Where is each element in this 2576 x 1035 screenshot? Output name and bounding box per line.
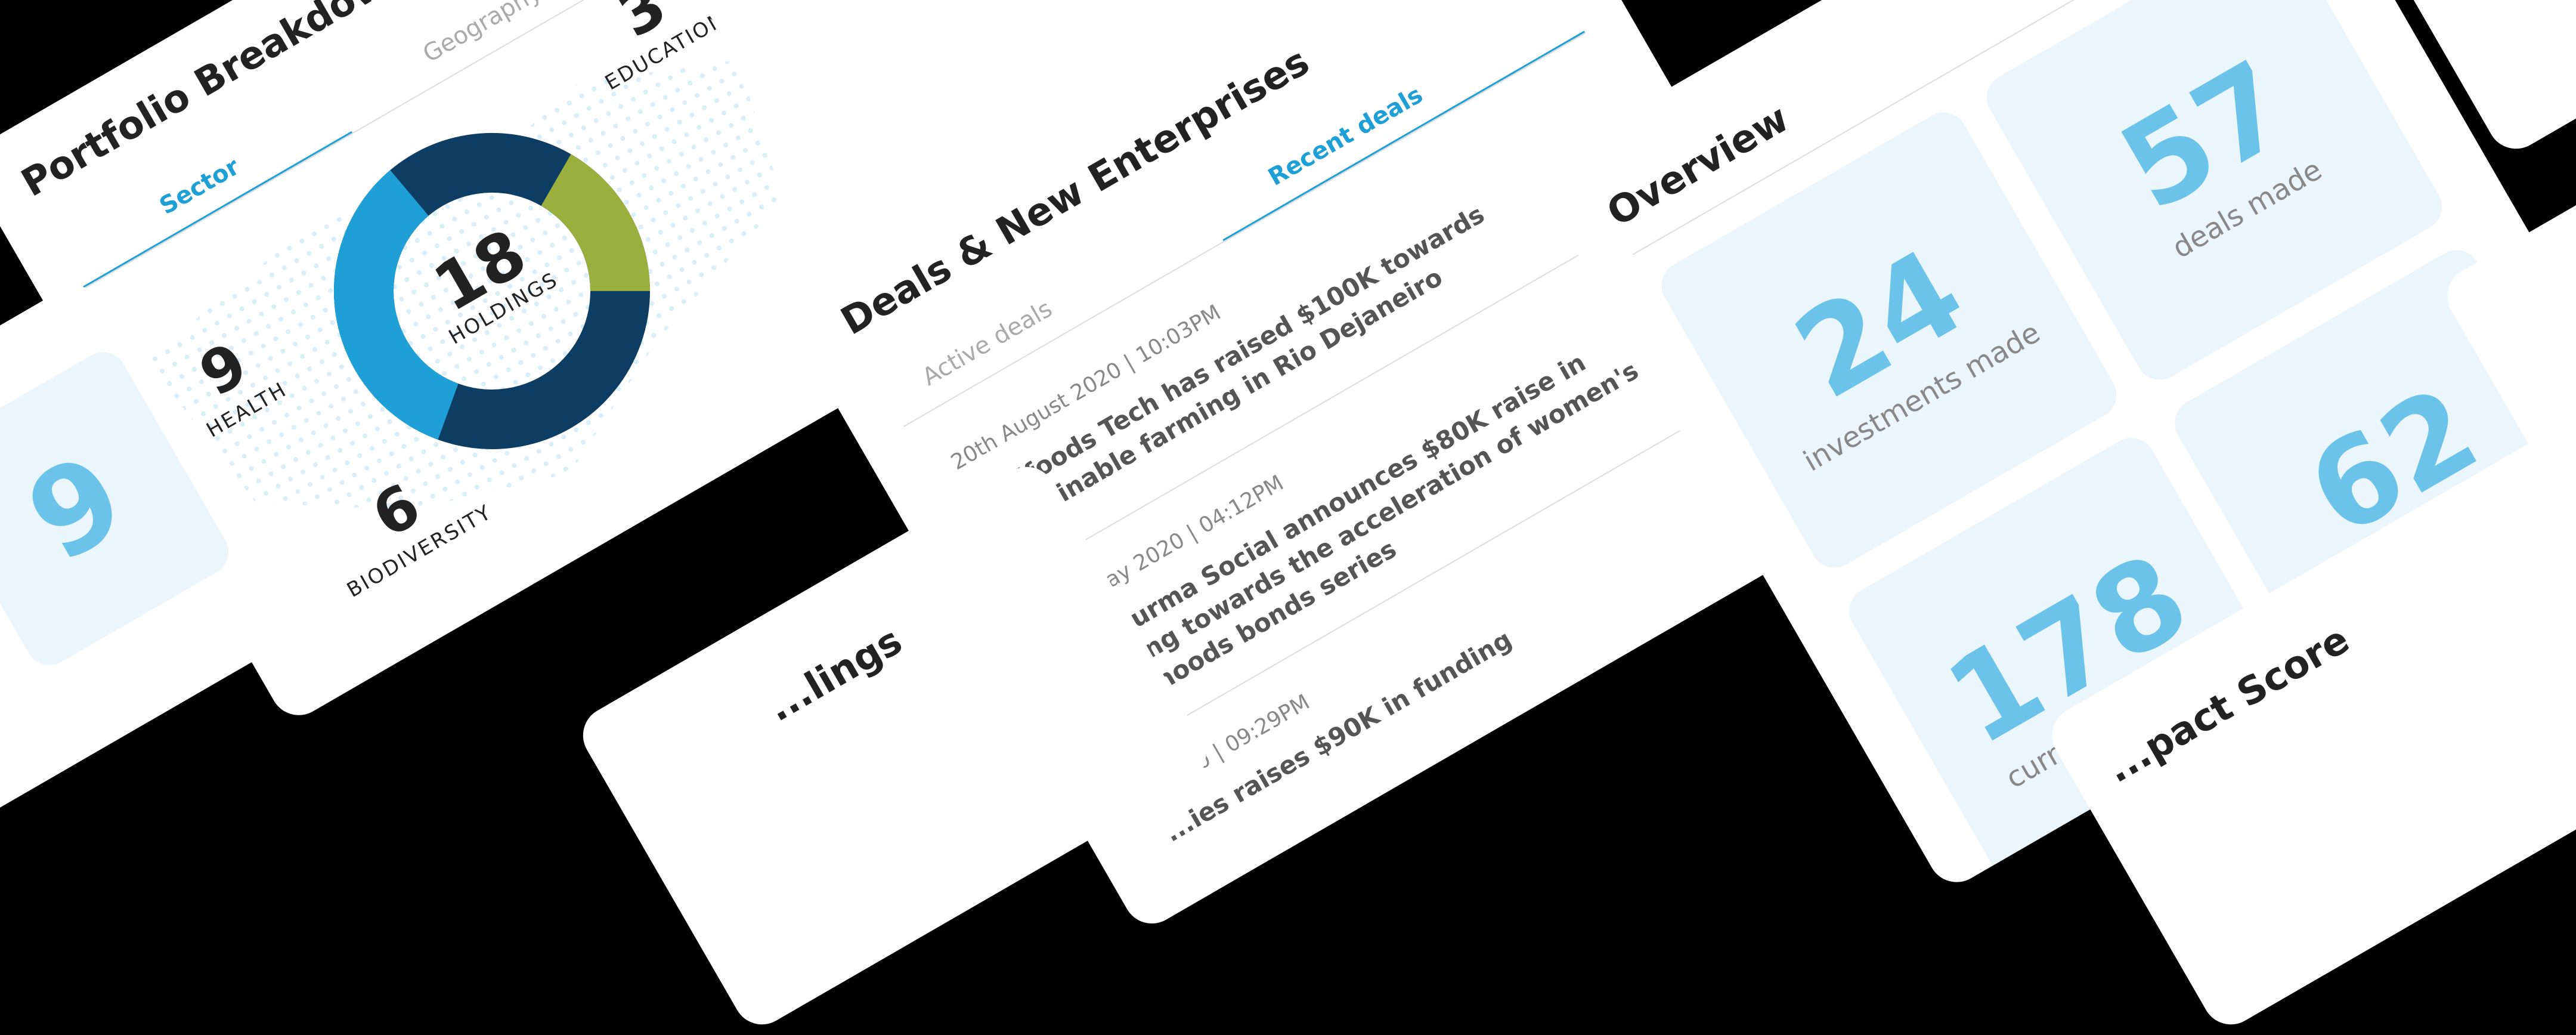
holdings-title: ...lings: [760, 619, 910, 731]
tab-sector[interactable]: Sector: [155, 153, 244, 220]
mockup-stage: Portfolio Breakdown Sector Geography 18 …: [0, 0, 2576, 1035]
